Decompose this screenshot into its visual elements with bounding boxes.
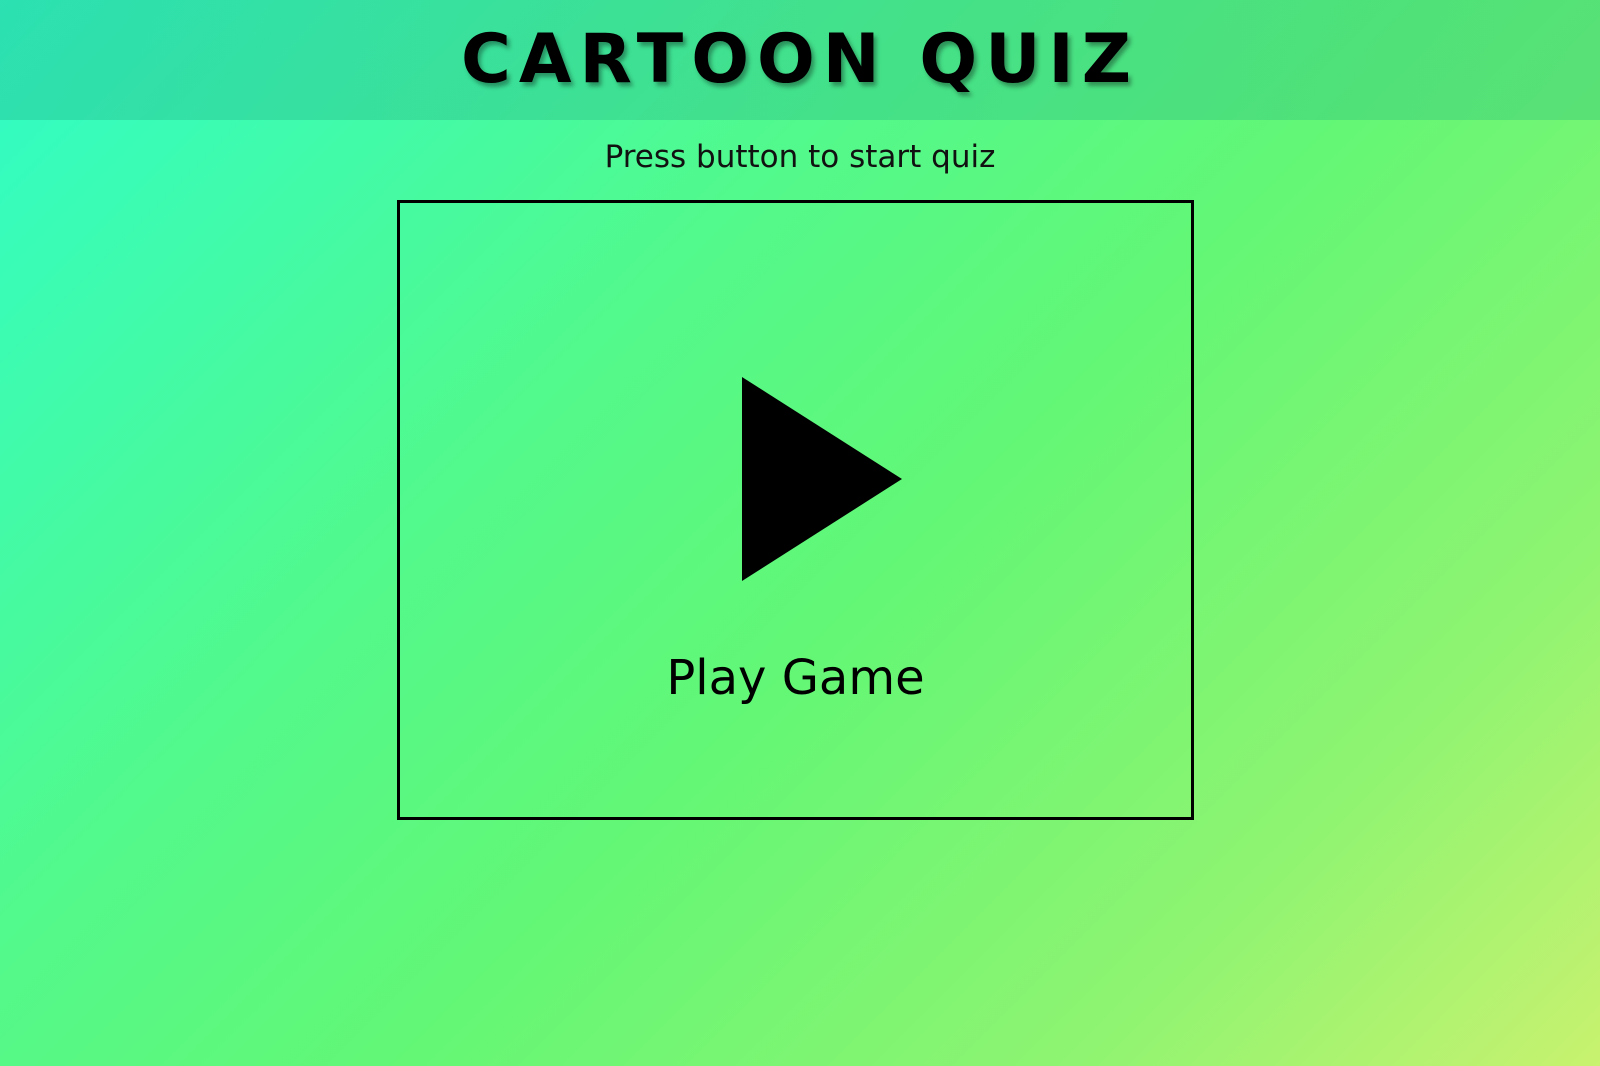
play-game-label[interactable]: Play Game: [400, 643, 1191, 713]
play-game-button[interactable]: Play Game: [397, 200, 1194, 820]
instruction-text: Press button to start quiz: [604, 139, 996, 175]
play-icon[interactable]: [742, 377, 902, 581]
header-banner: CARTOON QUIZ: [0, 0, 1600, 120]
game-title: CARTOON QUIZ: [460, 20, 1140, 99]
